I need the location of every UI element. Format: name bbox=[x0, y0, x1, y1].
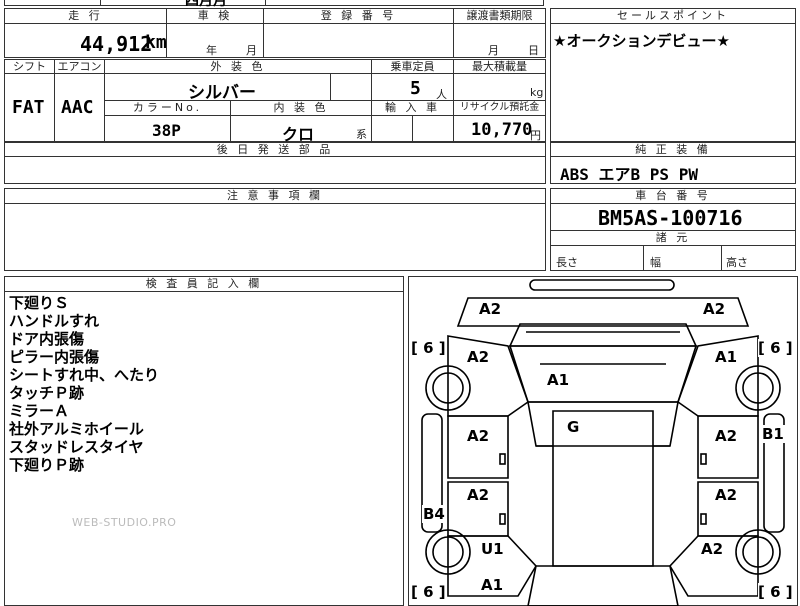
shift-header: シフト bbox=[4, 59, 55, 74]
interior-suffix: 系 bbox=[356, 128, 367, 141]
mileage-unit: km bbox=[145, 32, 167, 53]
standard-equipment-header: 純 正 装 備 bbox=[550, 142, 796, 157]
damage-side-right: B1 bbox=[761, 425, 785, 443]
chassis-no-header: 車 台 番 号 bbox=[550, 188, 796, 204]
damage-rear-left: A1 bbox=[480, 576, 505, 594]
damage-door-fl: A2 bbox=[466, 427, 491, 445]
exterior-color-header: 外 装 色 bbox=[104, 59, 372, 74]
sales-point-box bbox=[550, 8, 796, 142]
recycle-unit: 円 bbox=[530, 129, 541, 142]
note-item: ピラー内張傷 bbox=[9, 348, 100, 366]
registration-header: 登 録 番 号 bbox=[263, 8, 454, 24]
later-parts-header: 後 日 発 送 部 品 bbox=[4, 142, 546, 157]
watermark: WEB-STUDIO.PRO bbox=[72, 516, 177, 529]
caution-header: 注 意 事 項 欄 bbox=[4, 188, 546, 204]
note-item: タッチＰ跡 bbox=[9, 384, 85, 402]
note-item: シートすれ中、へたり bbox=[9, 366, 160, 384]
tire-rl-bracket: [ 6 ] bbox=[411, 583, 446, 601]
damage-door-rl: A2 bbox=[466, 486, 491, 504]
standard-equipment-value: ABS エアB PS PW bbox=[560, 165, 698, 184]
inspection-header: 車 検 bbox=[166, 8, 264, 24]
aircon-header: エアコン bbox=[54, 59, 105, 74]
damage-front-left: A2 bbox=[478, 300, 503, 318]
color-no-value: 38P bbox=[152, 121, 181, 140]
max-load-header: 最大積載量 bbox=[453, 59, 546, 74]
note-item: ミラーＡ bbox=[9, 402, 70, 420]
import-header: 輸 入 車 bbox=[371, 100, 454, 116]
transfer-month-label: 月 bbox=[488, 44, 499, 57]
note-item: 下廻りＰ跡 bbox=[9, 456, 85, 474]
max-load-unit: kg bbox=[530, 86, 544, 99]
length-label: 長さ bbox=[556, 256, 578, 269]
inspector-notes: 下廻りＳ ハンドルすれ ドア内張傷 ピラー内張傷 シートすれ中、へたり タッチＰ… bbox=[9, 294, 159, 474]
shift-value: FAT bbox=[12, 97, 45, 118]
dimensions-header: 諸 元 bbox=[550, 230, 796, 246]
tire-fr-bracket: [ 6 ] bbox=[758, 339, 793, 357]
top-strip bbox=[4, 0, 544, 6]
note-item: ドア内張傷 bbox=[9, 330, 85, 348]
damage-rear-fender-right: A2 bbox=[700, 540, 725, 558]
capacity-header: 乗車定員 bbox=[371, 59, 454, 74]
damage-door-rr: A2 bbox=[714, 486, 739, 504]
note-item: 下廻りＳ bbox=[9, 294, 70, 312]
damage-door-fr: A2 bbox=[714, 427, 739, 445]
note-item: 社外アルミホイール bbox=[9, 420, 144, 438]
damage-fender-right: A1 bbox=[714, 348, 739, 366]
width-label: 幅 bbox=[650, 256, 661, 269]
sales-point-header: セールスポイント bbox=[550, 8, 796, 24]
recycle-header: リサイクル預託金 bbox=[453, 100, 546, 116]
height-label: 高さ bbox=[726, 256, 748, 269]
recycle-value: 10,770 bbox=[471, 120, 533, 140]
mileage-header: 走 行 bbox=[4, 8, 167, 24]
damage-hood: A1 bbox=[546, 371, 571, 389]
capacity-value: 5 bbox=[410, 78, 421, 99]
inspector-header: 検 査 員 記 入 欄 bbox=[4, 276, 404, 292]
color-no-header: カラーNo. bbox=[104, 100, 231, 116]
sales-point-text: ★オークションデビュー★ bbox=[553, 32, 730, 50]
damage-rear-fender-left: U1 bbox=[480, 540, 505, 558]
damage-front-right: A2 bbox=[702, 300, 727, 318]
tire-rr-bracket: [ 6 ] bbox=[758, 583, 793, 601]
chassis-no-value: BM5AS-100716 bbox=[598, 206, 743, 230]
note-item: ハンドルすれ bbox=[9, 312, 100, 330]
inspection-year-label: 年 bbox=[206, 44, 217, 57]
interior-color-header: 内 装 色 bbox=[230, 100, 372, 116]
note-item: スタッドレスタイヤ bbox=[9, 438, 144, 456]
transfer-day-label: 日 bbox=[528, 44, 539, 57]
transfer-deadline-header: 譲渡書類期限 bbox=[453, 8, 546, 24]
damage-fender-left: A2 bbox=[466, 348, 491, 366]
mileage-value: 44,912 bbox=[80, 32, 153, 56]
damage-roof: G bbox=[566, 418, 581, 436]
aircon-value: AAC bbox=[61, 97, 94, 118]
tire-fl-bracket: [ 6 ] bbox=[411, 339, 446, 357]
inspection-month-label: 月 bbox=[246, 44, 257, 57]
damage-side-left: B4 bbox=[422, 505, 446, 523]
